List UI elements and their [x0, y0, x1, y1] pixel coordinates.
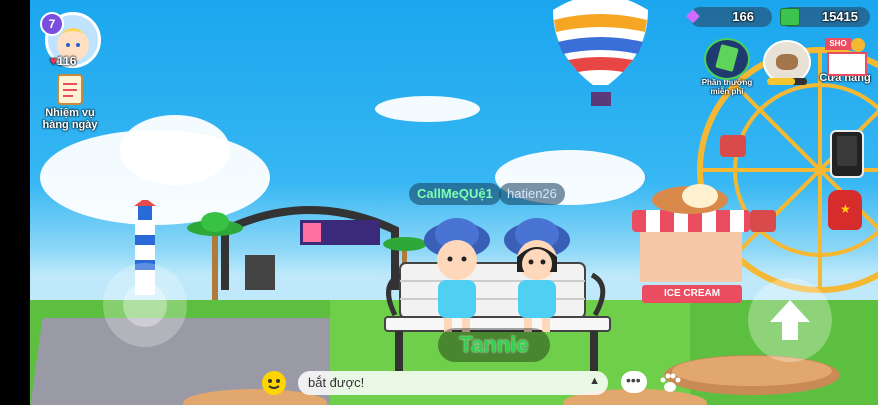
- player-name-tag-1[interactable]: CallMeQUệ1: [409, 183, 501, 205]
- player-name-tag-2[interactable]: hatien26: [499, 183, 565, 205]
- up-arrow-icon: [770, 300, 810, 340]
- cloud: [120, 115, 230, 185]
- phone-icon: [837, 136, 857, 166]
- gems-counter[interactable]: ◆ 166: [686, 5, 772, 27]
- paw-icon: [660, 373, 681, 392]
- joystick-knob[interactable]: [123, 283, 167, 327]
- chat-dropdown-icon[interactable]: ▲: [589, 375, 600, 387]
- ice-cream-stand: ICE CREAM: [632, 210, 750, 305]
- pet-progress-bar: [767, 78, 807, 85]
- player-avatar-hatien26[interactable]: [502, 212, 572, 337]
- daily-missions-button[interactable]: Nhiệm vụ hàng ngày: [36, 72, 104, 134]
- cloud: [375, 96, 480, 122]
- gift-card-icon: [704, 38, 750, 80]
- chat-input[interactable]: bắt được! ▲: [298, 371, 608, 395]
- shop-icon: SHO: [825, 38, 867, 76]
- chat-input-text: bắt được!: [308, 375, 365, 390]
- palm-tree: [187, 212, 243, 300]
- daily-missions-label: Nhiệm vụ hàng ngày: [42, 107, 98, 131]
- pet-paw-button[interactable]: [658, 371, 682, 395]
- free-rewards-label: Phần thưởng miễn phí: [701, 78, 753, 96]
- gems-value: 166: [732, 9, 754, 24]
- left-letterbox: [0, 0, 30, 405]
- hearts-counter: ♥116: [50, 54, 76, 68]
- nearby-player-label[interactable]: Tannie: [438, 328, 550, 362]
- jump-button[interactable]: [748, 278, 832, 362]
- backpack-button[interactable]: ★: [828, 190, 864, 234]
- ice-cream-cone-sculpture: [652, 184, 728, 214]
- clipboard-icon: [57, 74, 83, 105]
- hearts-value: 116: [57, 54, 77, 68]
- movement-joystick[interactable]: [103, 263, 187, 347]
- phone-button[interactable]: [830, 130, 864, 178]
- backpack-icon: ★: [828, 190, 862, 230]
- level-badge: 7: [40, 12, 64, 36]
- chat-bubble-icon: •••: [626, 372, 641, 388]
- player-avatar-callmeque1[interactable]: [422, 212, 492, 337]
- ice-cream-sign: ICE CREAM: [642, 285, 742, 303]
- shop-button[interactable]: SHO Cửa hàng: [816, 38, 874, 93]
- game-scene[interactable]: ICE CREAM CallMeQUệ1 hatien26 Tannie 7 ♥…: [0, 0, 878, 405]
- cash-counter[interactable]: 15415: [780, 7, 870, 27]
- hot-air-balloon: [553, 0, 648, 106]
- pet-button[interactable]: [763, 40, 811, 90]
- shop-sign: SHO: [825, 38, 851, 50]
- cash-icon: [780, 8, 800, 26]
- smiley-icon: [268, 379, 280, 389]
- free-rewards-button[interactable]: Phần thưởng miễn phí: [698, 38, 756, 96]
- gem-icon: ◆: [686, 5, 700, 25]
- chat-bubble-button[interactable]: •••: [621, 371, 647, 393]
- emote-button[interactable]: [262, 371, 286, 395]
- cash-value: 15415: [821, 9, 858, 24]
